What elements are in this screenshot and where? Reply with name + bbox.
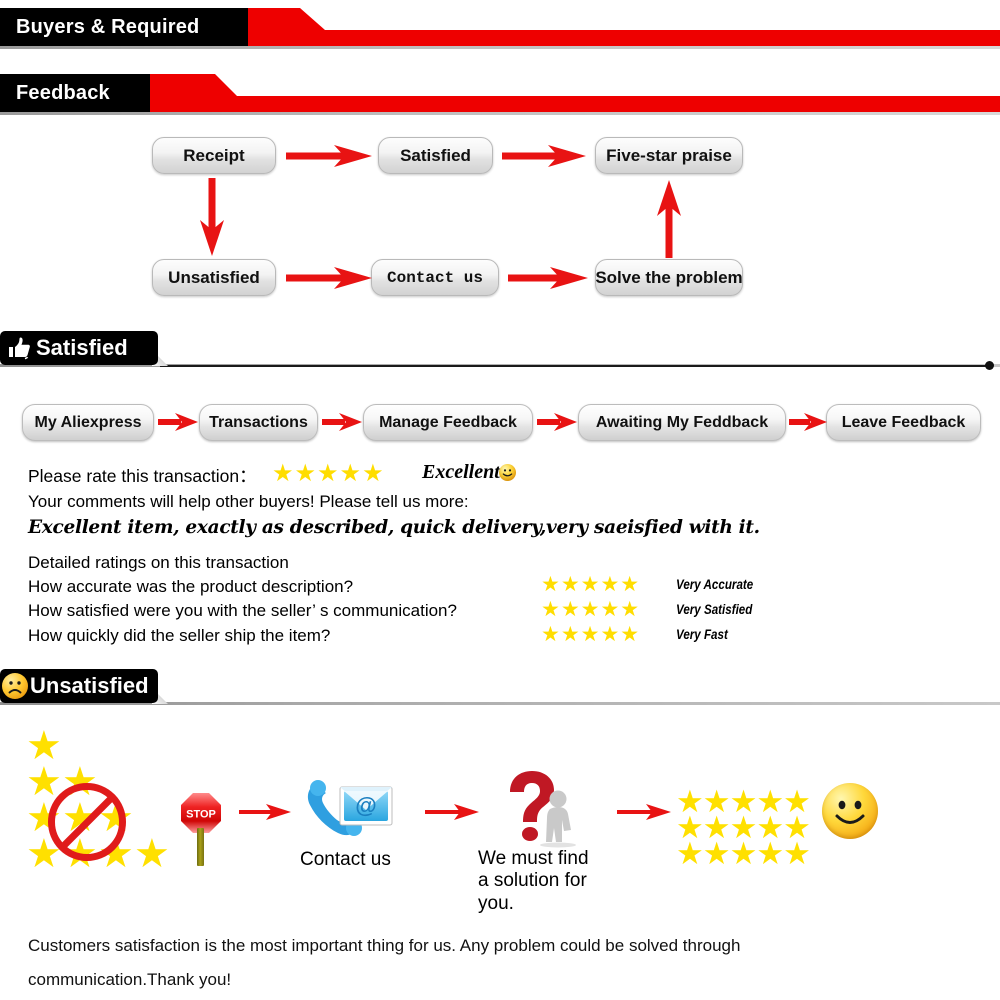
thumbs-up-icon — [9, 337, 30, 360]
nav-arrow-3 — [537, 413, 577, 431]
banner-feedback: Feedback — [0, 74, 1000, 115]
section-header-satisfied: Satisfied — [0, 331, 158, 365]
smiley-icon-face — [502, 469, 513, 477]
nav-step-transactions[interactable]: Transactions — [199, 404, 318, 441]
unsat-solution-label: We must find a solution for you. — [478, 848, 589, 914]
nav-step-my-aliexpress[interactable]: My Aliexpress — [22, 404, 154, 441]
nav-step-my-aliexpress-label: My Aliexpress — [34, 413, 142, 431]
rate-transaction-word: Excellent — [422, 461, 500, 483]
big-smiley-icon — [822, 783, 878, 839]
detailed-rating-verdict-1: Very Accurate — [676, 577, 754, 592]
flow-arrow-solve-to-praise — [657, 180, 681, 258]
stop-sign-post — [197, 828, 204, 866]
banner-buyers-tab: Buyers & Required — [0, 8, 248, 46]
nav-arrow-2 — [322, 413, 362, 431]
detailed-rating-stars-1: ★★★★★ — [541, 573, 641, 596]
nav-step-leave-feedback[interactable]: Leave Feedback — [826, 404, 981, 441]
feedback-instruction-page: Buyers & Required Feedback Receipt Satis… — [0, 0, 1000, 1000]
good-stars-row-3: ★★★★★ — [676, 836, 811, 871]
flow-node-satisfied-label: Satisfied — [400, 145, 471, 165]
detailed-ratings-heading: Detailed ratings on this transaction — [28, 553, 289, 572]
detailed-rating-stars-3: ★★★★★ — [541, 623, 641, 646]
buyer-comment-text: Excellent item, exactly as described, qu… — [28, 517, 760, 538]
banner-buyers-required: Buyers & Required — [0, 8, 1000, 49]
unsat-contact-us-label: Contact us — [300, 849, 391, 870]
flow-node-solve-the-problem-label: Solve the problem — [595, 267, 743, 287]
detailed-rating-question-2: How satisfied were you with the seller’ … — [28, 601, 457, 620]
nav-arrow-1 — [158, 413, 198, 431]
flow-arrow-receipt-to-satisfied — [286, 145, 372, 167]
banner-feedback-red-shape — [115, 74, 1000, 112]
detailed-rating-question-3: How quickly did the seller ship the item… — [28, 626, 331, 645]
bad-star-10: ★ — [134, 832, 170, 876]
flow-node-five-star-praise[interactable]: Five-star praise — [595, 137, 743, 174]
section-header-unsatisfied-label: Unsatisfied — [30, 673, 149, 698]
phone-email-glyph: @ — [307, 780, 393, 836]
question-person-glyph — [510, 771, 576, 848]
footer-line-1: Customers satisfaction is the most impor… — [28, 936, 741, 955]
nav-step-leave-feedback-label: Leave Feedback — [841, 413, 966, 431]
rate-transaction-stars: ★★★★★ — [272, 460, 385, 487]
unsat-arrow-3 — [617, 804, 671, 820]
nav-step-transactions-label: Transactions — [209, 413, 308, 431]
flow-arrow-unsatisfied-to-contact — [286, 267, 372, 289]
banner-feedback-tab: Feedback — [0, 74, 150, 112]
unsat-arrow-1 — [239, 804, 291, 820]
banner-buyers-underline — [0, 46, 1000, 49]
flow-arrow-receipt-to-unsatisfied — [200, 178, 224, 256]
flow-node-unsatisfied-label: Unsatisfied — [168, 267, 260, 287]
rate-transaction-prompt: Please rate this transaction： — [28, 466, 257, 486]
flow-node-receipt-label: Receipt — [183, 145, 245, 165]
flow-node-solve-the-problem[interactable]: Solve the problem — [595, 259, 743, 296]
footer-line-2: communication.Thank you! — [28, 970, 232, 989]
flow-node-satisfied[interactable]: Satisfied — [378, 137, 493, 174]
detailed-rating-verdict-2: Very Satisfied — [676, 602, 753, 617]
flow-node-unsatisfied[interactable]: Unsatisfied — [152, 259, 276, 296]
section-header-satisfied-label: Satisfied — [36, 335, 128, 360]
unsat-arrow-2 — [425, 804, 479, 820]
big-smiley-features — [835, 800, 865, 824]
satisfied-section-line — [160, 365, 988, 367]
comments-prompt: Your comments will help other buyers! Pl… — [28, 492, 469, 511]
nav-step-awaiting-my-feddback-label: Awaiting My Feddback — [595, 413, 769, 431]
detailed-rating-question-1: How accurate was the product description… — [28, 577, 354, 596]
detailed-rating-verdict-3: Very Fast — [676, 627, 728, 642]
flow-arrow-satisfied-to-praise — [502, 145, 586, 167]
flow-arrow-contact-to-solve — [508, 267, 588, 289]
satisfied-section-end-dot — [985, 361, 994, 370]
banner-buyers-label: Buyers & Required — [16, 15, 200, 38]
nav-arrow-4 — [789, 413, 827, 431]
smiley-icon — [499, 464, 516, 481]
detailed-rating-stars-2: ★★★★★ — [541, 598, 641, 621]
banner-feedback-underline — [0, 112, 1000, 115]
sad-face-icon-features — [8, 681, 22, 694]
flow-node-contact-us[interactable]: Contact us — [371, 259, 499, 296]
nav-step-awaiting-my-feddback[interactable]: Awaiting My Feddback — [578, 404, 786, 441]
section-header-unsatisfied: Unsatisfied — [0, 669, 158, 703]
flow-node-five-star-praise-label: Five-star praise — [606, 145, 732, 165]
flow-node-receipt[interactable]: Receipt — [152, 137, 276, 174]
stop-sign-label: STOP — [186, 809, 216, 821]
nav-step-manage-feedback[interactable]: Manage Feedback — [363, 404, 533, 441]
sad-face-icon — [2, 673, 28, 699]
svg-text:@: @ — [355, 793, 376, 818]
flow-node-contact-us-label: Contact us — [386, 268, 483, 287]
nav-step-manage-feedback-label: Manage Feedback — [379, 413, 517, 431]
banner-feedback-label: Feedback — [16, 81, 110, 104]
